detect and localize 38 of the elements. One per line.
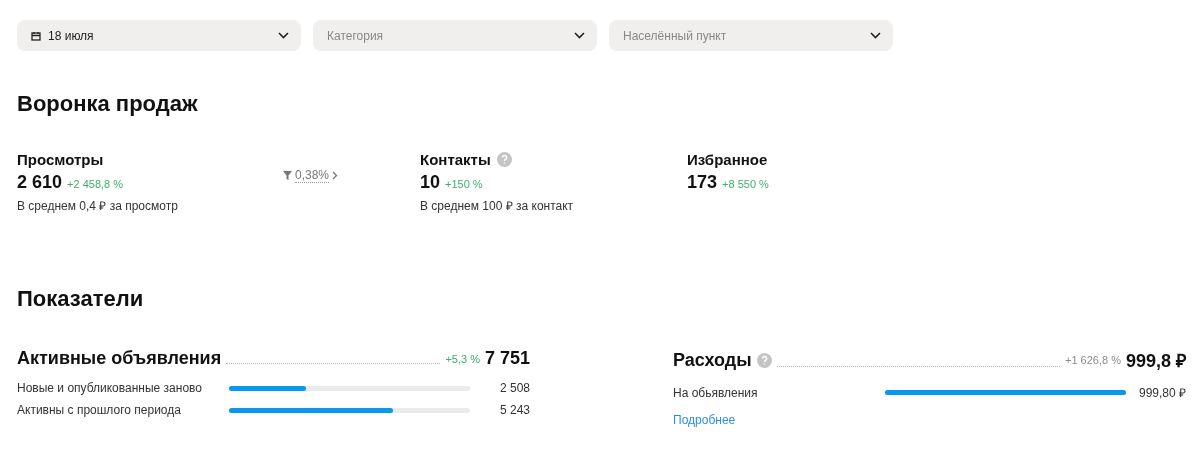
chevron-right-icon	[332, 171, 339, 180]
card-title: Расходы	[673, 349, 752, 371]
filter-dropdown[interactable]: 18 июля	[17, 20, 301, 51]
row-value: 999,80 ₽	[1137, 385, 1186, 401]
filter-icon	[283, 171, 292, 180]
metric-label: Контакты	[420, 151, 491, 168]
row-label: Новые и опубликованные заново	[17, 381, 203, 395]
calendar-icon	[31, 30, 41, 41]
section-title: Воронка продаж	[17, 91, 199, 117]
help-icon[interactable]	[756, 352, 772, 368]
metric-note: В среднем 0,4 ₽ за просмотр	[17, 198, 179, 214]
card-title: Активные объявления	[17, 348, 222, 369]
row-label: Активны с прошлого периода	[17, 403, 182, 417]
metric-value: 173	[687, 172, 718, 193]
conversion-link[interactable]: 0,38%	[283, 168, 420, 183]
chevron-down-icon	[574, 32, 585, 39]
card-change: +1 626,8 %	[1065, 354, 1121, 366]
filter-dropdown[interactable]: Населённый пункт	[609, 20, 893, 51]
filter-dropdown[interactable]: Категория	[313, 20, 597, 51]
section-title: Показатели	[17, 286, 145, 312]
metric-change: +8 550 %	[722, 178, 769, 190]
metric-change: +2 458,8 %	[67, 178, 123, 190]
card-total: 7 751	[484, 348, 530, 369]
row-value: 2 508	[498, 381, 530, 395]
metric-value: 10	[420, 172, 441, 193]
card-change: +5,3 %	[445, 352, 480, 365]
chevron-down-icon	[870, 32, 881, 39]
row-label: На обьявления	[673, 385, 759, 400]
metric-value: 2 610	[17, 172, 63, 193]
metric-change: +150 %	[445, 178, 483, 190]
help-icon[interactable]	[496, 152, 512, 167]
chevron-down-icon	[278, 32, 289, 39]
metric-label: Просмотры	[17, 151, 104, 168]
card-total: 999,8 ₽	[1125, 350, 1186, 372]
metric-label: Избранное	[687, 151, 768, 168]
details-link[interactable]: Подробнее	[673, 413, 1186, 427]
row-value: 5 243	[498, 403, 530, 417]
metric-note: В среднем 100 ₽ за контакт	[420, 198, 575, 214]
